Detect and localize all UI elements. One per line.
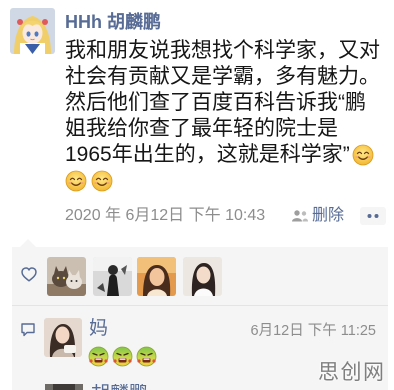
commenter-name[interactable]: 妈 [89,317,108,341]
author-avatar[interactable] [10,8,55,54]
commenter-avatar[interactable] [44,318,82,357]
commenter-name[interactable]: 胡麟鹏 [91,384,148,390]
smile-emoji-icon [65,170,87,192]
grimace-emoji-icon [88,346,109,367]
post-text-line: 社会有贡献又是学霸，多有魅力。 [65,65,380,89]
post-text-line: 然后他们查了百度百科告诉我“鹏 [65,91,366,115]
grimace-emoji-icon [136,346,157,367]
author-name[interactable]: HHh 胡麟鹏 [65,10,161,34]
liker-avatar[interactable] [47,257,86,296]
heart-icon [21,267,37,282]
post-text-line-with-emoji: 1965年出生的，这就是科学家” [65,142,391,168]
commenter-avatar[interactable] [45,384,83,390]
grimace-emoji-icon [112,346,133,367]
anime-avatar-image [10,8,55,54]
liker-avatar[interactable] [183,257,222,296]
more-dots-icon [367,214,379,218]
comment-bubble-icon [20,322,36,337]
panel-divider [12,305,388,306]
delete-button[interactable]: 删除 [312,206,344,226]
comment-content[interactable] [88,346,160,367]
people-icon [291,209,309,222]
smile-emoji-icon [352,144,374,166]
post-text-line: 我和朋友说我想找个科学家，又对 [65,39,380,62]
more-options-button[interactable] [360,207,386,225]
post-emoji-line [65,168,391,194]
site-watermark: 思创网 [318,361,386,384]
liker-avatar[interactable] [93,257,132,296]
post-text-line: 1965年出生的，这就是科学家” [65,143,350,167]
liker-avatar[interactable] [137,257,176,296]
panel-pointer [20,239,36,247]
post-text: 我和朋友说我想找个科学家，又对 社会有贡献又是学霸，多有魅力。 然后他们查了百度… [65,38,391,195]
post-timestamp: 2020 年 6月12日 下午 10:43 [65,207,266,224]
smile-emoji-icon [91,170,113,192]
post-text-line: 姐我给你查了最年轻的院士是 [65,117,338,141]
comment-time: 6月12日 下午 11:25 [250,323,376,339]
